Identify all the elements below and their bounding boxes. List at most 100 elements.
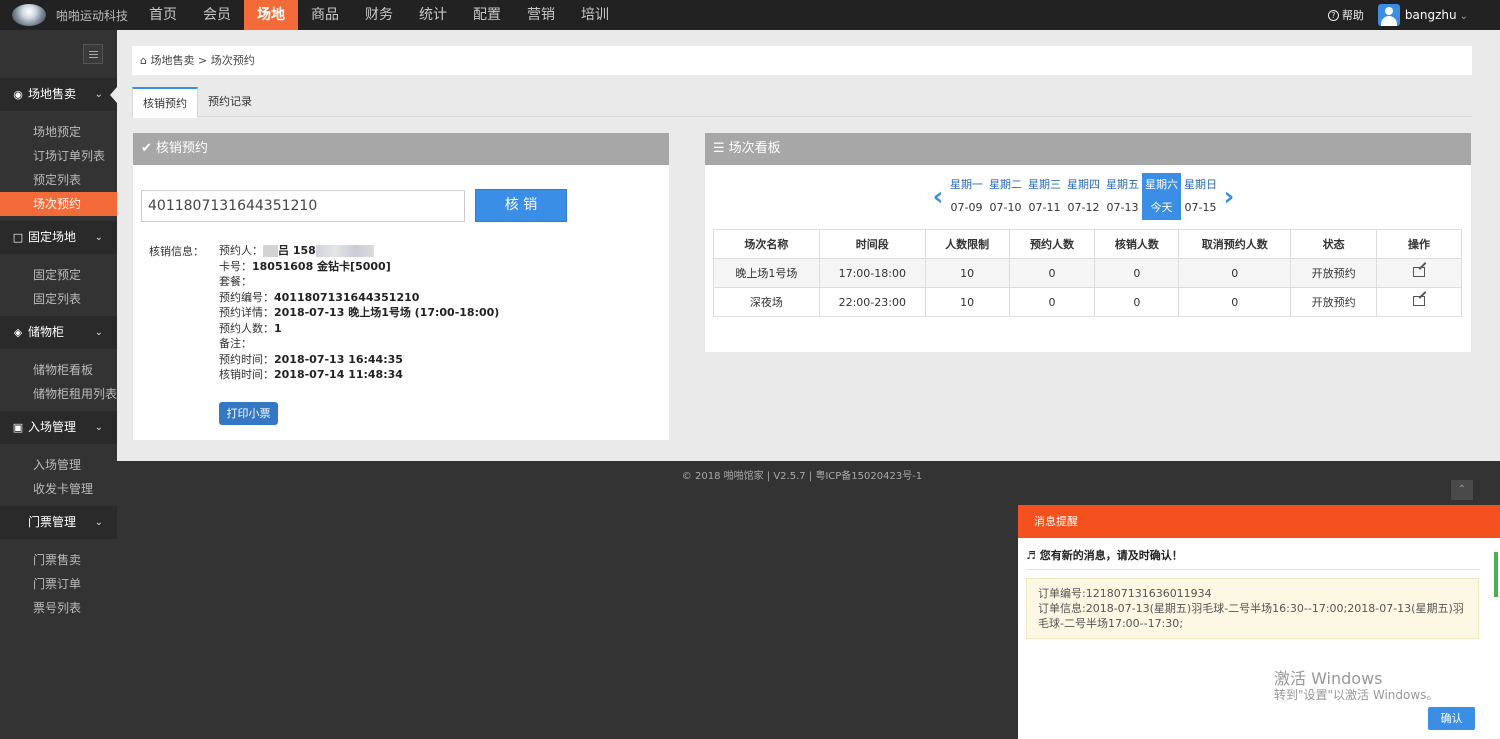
sidebar-item-booking-orders[interactable]: 订场订单列表 (0, 144, 117, 168)
nav-item-config[interactable]: 配置 (460, 0, 514, 30)
redacted-phone (315, 245, 374, 257)
nav-item-member[interactable]: 会员 (190, 0, 244, 30)
sidebar-item-venue-booking[interactable]: 场地预定 (0, 120, 117, 144)
sidebar-item-ticket-orders[interactable]: 门票订单 (0, 572, 117, 596)
verify-panel: ✔核销预约 核 销 核销信息： 预约人：吕 158 卡号：18051608 金钻… (133, 133, 669, 440)
nav-item-finance[interactable]: 财务 (352, 0, 406, 30)
edit-icon[interactable] (1413, 266, 1426, 277)
check-icon: ✔ (141, 141, 152, 156)
brand-logo (12, 4, 46, 26)
sidebar-item-entry-manage[interactable]: 入场管理 (0, 453, 117, 477)
sidebar-subitems: 储物柜看板 储物柜租用列表 (0, 349, 117, 411)
sidebar-group-venue-sale[interactable]: ◉ 场地售卖 ⌄ (0, 78, 117, 111)
user-menu[interactable]: bangzhu ⌄ (1405, 8, 1468, 22)
tab-booking-records[interactable]: 预约记录 (198, 87, 262, 118)
cell-booked: 0 (1008, 287, 1096, 317)
sidebar-item-ticket-sale[interactable]: 门票售卖 (0, 548, 117, 572)
sidebar-toggle-area (0, 30, 117, 78)
cell-cancelled: 0 (1178, 287, 1292, 317)
info-verify-time: 核销时间：2018-07-14 11:48:34 (219, 368, 403, 381)
username: bangzhu (1404, 8, 1457, 22)
nav-item-stats[interactable]: 统计 (406, 0, 460, 30)
help-link[interactable]: ? 帮助 (1327, 7, 1364, 23)
verify-info: 预约人：吕 158 卡号：18051608 金钻卡[5000] 套餐： 预约编号… (219, 243, 499, 383)
confirm-button[interactable]: 确认 (1428, 707, 1475, 730)
cell-status: 开放预约 (1290, 287, 1378, 317)
cell-status: 开放预约 (1290, 258, 1378, 288)
sidebar-group-locker[interactable]: ◈ 储物柜 ⌄ (0, 316, 117, 349)
day-tue[interactable]: 星期二 07-10 (986, 173, 1025, 220)
cell-limit: 10 (924, 287, 1010, 317)
cell-limit: 10 (924, 258, 1010, 288)
session-table: 场次名称 时间段 人数限制 预约人数 核销人数 取消预约人数 状态 操作 晚上场… (713, 229, 1462, 317)
col-time: 时间段 (818, 229, 926, 259)
sidebar-subitems: 场地预定 订场订单列表 预定列表 场次预约 (0, 111, 117, 221)
cell-session-name: 晚上场1号场 (713, 258, 820, 288)
sidebar-item-booking-list[interactable]: 预定列表 (0, 168, 117, 192)
avatar[interactable] (1377, 4, 1400, 26)
verify-button[interactable]: 核 销 (475, 189, 567, 222)
brand[interactable]: 啪啪运动科技 (12, 0, 128, 30)
day-mon[interactable]: 星期一 07-09 (947, 173, 986, 220)
sidebar-group-entry[interactable]: ▣ 入场管理 ⌄ (0, 411, 117, 444)
breadcrumb-separator: > (197, 54, 208, 67)
sidebar-item-session-booking[interactable]: 场次预约 (0, 192, 117, 216)
sidebar-item-locker-rentals[interactable]: 储物柜租用列表 (0, 382, 117, 406)
board-panel-title: 场次看板 (728, 141, 781, 156)
col-verified: 核销人数 (1094, 229, 1180, 259)
sidebar-group-fixed-venue[interactable]: □ 固定场地 ⌄ (0, 221, 117, 254)
sidebar-item-locker-board[interactable]: 储物柜看板 (0, 358, 117, 382)
back-to-top-icon[interactable]: ⌃ (1451, 480, 1473, 500)
help-label: 帮助 (1341, 9, 1364, 22)
cell-action (1376, 287, 1462, 317)
scroll-indicator (1494, 552, 1498, 597)
sidebar-group-label: 入场管理 (28, 420, 77, 434)
info-note: 备注： (219, 337, 252, 350)
breadcrumb-parent[interactable]: 场地售卖 (150, 54, 194, 67)
redacted-name (263, 245, 278, 257)
sidebar-item-ticket-numbers[interactable]: 票号列表 (0, 596, 117, 620)
next-week-icon[interactable]: › (1220, 182, 1238, 212)
menu-toggle-icon[interactable] (83, 44, 103, 64)
chevron-down-icon: ⌄ (94, 232, 103, 243)
nav-item-home[interactable]: 首页 (136, 0, 190, 30)
chevron-down-icon: ⌄ (94, 422, 103, 433)
message-popup: 消息提醒 ♬ 您有新的消息，请及时确认！ 订单编号:12180713163601… (1018, 505, 1500, 739)
id-card-icon: ▣ (12, 421, 24, 434)
sidebar-subitems: 入场管理 收发卡管理 (0, 444, 117, 506)
col-action: 操作 (1376, 229, 1462, 259)
verify-info-label: 核销信息： (149, 245, 204, 258)
sidebar-subitems: 固定预定 固定列表 (0, 254, 117, 316)
tab-verify-booking[interactable]: 核销预约 (132, 87, 198, 118)
help-icon: ? (1327, 9, 1339, 21)
nav-item-goods[interactable]: 商品 (298, 0, 352, 30)
sidebar-group-label: 门票管理 (28, 515, 77, 529)
table-header-row: 场次名称 时间段 人数限制 预约人数 核销人数 取消预约人数 状态 操作 (713, 229, 1462, 259)
day-sat-today[interactable]: 星期六 今天 (1142, 173, 1181, 220)
cell-action (1376, 258, 1462, 288)
info-card: 卡号：18051608 金钻卡[5000] (219, 259, 391, 273)
message-subtitle: 您有新的消息，请及时确认！ (1039, 549, 1183, 562)
message-content: 订单编号:121807131636011934 订单信息:2018-07-13(… (1026, 578, 1479, 639)
day-thu[interactable]: 星期四 07-12 (1064, 173, 1103, 220)
booking-code-input[interactable] (141, 190, 465, 222)
sidebar-item-card-manage[interactable]: 收发卡管理 (0, 477, 117, 501)
edit-icon[interactable] (1413, 295, 1426, 306)
message-order-info: 订单信息:2018-07-13(星期五)羽毛球-二号半场16:30--17:00… (1038, 602, 1464, 630)
sidebar-item-fixed-booking[interactable]: 固定预定 (0, 263, 117, 287)
home-icon: ⌂ (140, 54, 147, 67)
info-booker: 预约人：吕 158 (219, 243, 499, 259)
sidebar-item-fixed-list[interactable]: 固定列表 (0, 287, 117, 311)
col-session-name: 场次名称 (713, 229, 820, 259)
cell-booked: 0 (1008, 258, 1096, 288)
speaker-icon: ♬ (1026, 549, 1036, 562)
day-wed[interactable]: 星期三 07-11 (1025, 173, 1064, 220)
nav-item-training[interactable]: 培训 (568, 0, 622, 30)
nav-item-marketing[interactable]: 营销 (514, 0, 568, 30)
day-sun[interactable]: 星期日 07-15 (1181, 173, 1220, 220)
nav-item-venue[interactable]: 场地 (244, 0, 298, 30)
day-fri[interactable]: 星期五 07-13 (1103, 173, 1142, 220)
prev-week-icon[interactable]: ‹ (929, 182, 947, 212)
print-ticket-button[interactable]: 打印小票 (219, 402, 278, 425)
sidebar-group-tickets[interactable]: 门票管理 ⌄ (0, 506, 117, 539)
